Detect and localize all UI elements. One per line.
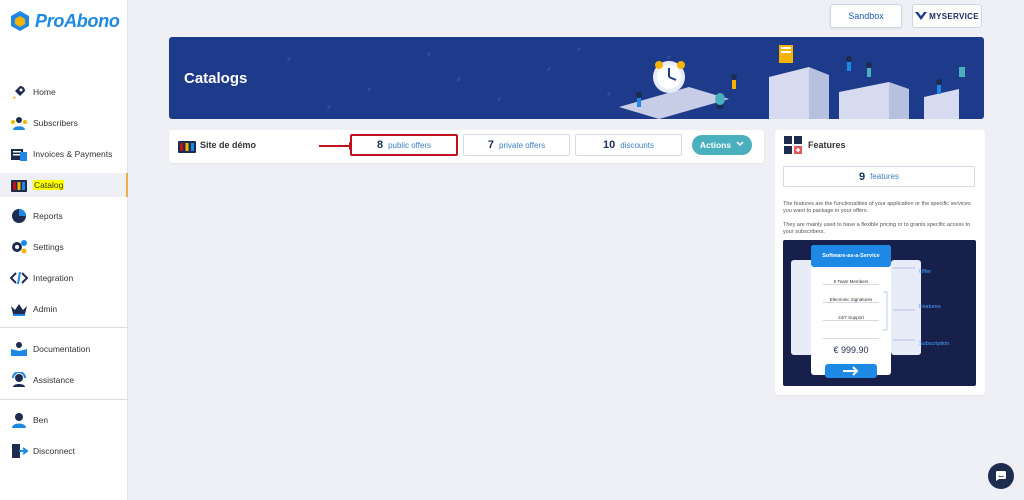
book-icon [10, 341, 28, 357]
sidebar-item-reports[interactable]: Reports [0, 204, 128, 228]
sidebar-item-integration[interactable]: Integration [0, 266, 128, 290]
proabono-logo-icon [10, 10, 30, 32]
features-illustration: Software-as-a-Service 5 Team Members Ele… [783, 240, 976, 386]
page-title: Catalogs [184, 70, 248, 87]
sidebar-item-documentation[interactable]: Documentation [0, 337, 128, 361]
site-name: Site de démo [200, 140, 257, 150]
sidebar-item-catalog[interactable]: Catalog [0, 173, 128, 197]
sidebar-item-label: Catalog [33, 180, 65, 190]
card-line-1: 5 Team Members [833, 279, 869, 284]
sidebar-item-label: Invoices & Payments [33, 149, 113, 159]
actions-dropdown-button[interactable]: Actions [692, 135, 752, 155]
sidebar-item-label: Home [33, 87, 56, 97]
chat-icon [995, 470, 1007, 482]
discounts-label: discounts [620, 140, 655, 150]
sidebar-item-label: Settings [33, 242, 64, 252]
discounts-button[interactable]: 10 discounts [575, 134, 682, 156]
sidebar-divider [0, 399, 128, 400]
discounts-count: 10 [602, 139, 616, 151]
private-offers-label: private offers [499, 140, 546, 150]
catalogs-banner: Catalogs [169, 37, 984, 119]
features-description-2: They are mainly used to have a flexible … [783, 222, 971, 235]
sidebar-item-label: Reports [33, 211, 63, 221]
public-offers-label: public offers [388, 140, 432, 150]
invoice-icon [10, 146, 28, 162]
card-line-2: Electronic Signatures [829, 297, 873, 302]
card-title: Software-as-a-Service [822, 253, 880, 259]
pricing-card-illustration [791, 245, 921, 378]
card-line-3: 24/7 Support [838, 315, 864, 320]
sidebar: ProAbono Home Subscribers Invoices & Pay… [0, 0, 128, 500]
features-icon [784, 136, 802, 154]
side-label-features: Features [919, 304, 941, 310]
site-panel: Site de démo 8 public offers 7 private o… [169, 130, 764, 163]
sidebar-item-label: Admin [33, 304, 58, 314]
logo[interactable]: ProAbono [10, 10, 120, 32]
features-description: The features are the functionalities of … [783, 201, 971, 214]
service-name: MYSERVICE [929, 11, 979, 21]
pie-chart-icon [10, 208, 28, 224]
sidebar-item-invoices[interactable]: Invoices & Payments [0, 142, 128, 166]
private-offers-button[interactable]: 7 private offers [463, 134, 570, 156]
features-count: 9 [858, 170, 866, 183]
sidebar-item-label: Ben [33, 415, 49, 425]
service-logo-icon [915, 11, 928, 21]
chat-button[interactable] [988, 463, 1014, 489]
features-count-label: features [870, 172, 900, 181]
logout-icon [10, 443, 28, 459]
private-offers-count: 7 [487, 139, 494, 151]
sidebar-item-admin[interactable]: Admin [0, 297, 128, 321]
service-switcher-button[interactable]: MYSERVICE [912, 4, 982, 28]
sidebar-item-label: Assistance [33, 375, 75, 385]
code-icon [10, 270, 28, 286]
features-title: Features [808, 140, 846, 150]
sidebar-item-label: Disconnect [33, 446, 76, 456]
users-icon [10, 115, 28, 131]
crown-icon [10, 301, 28, 317]
public-offers-count: 8 [376, 139, 384, 151]
card-price: € 999.90 [833, 345, 869, 355]
features-panel: Features 9 features The features are the… [775, 130, 985, 395]
banner-illustration [287, 45, 965, 119]
rocket-icon [10, 84, 28, 100]
sidebar-item-disconnect[interactable]: Disconnect [0, 439, 128, 463]
gears-icon [10, 239, 28, 255]
sidebar-item-assistance[interactable]: Assistance [0, 368, 128, 392]
sandbox-button[interactable]: Sandbox [830, 4, 902, 28]
catalog-icon [178, 139, 196, 153]
sidebar-divider [0, 327, 128, 328]
catalog-icon [10, 177, 28, 193]
public-offers-button[interactable]: 8 public offers [350, 134, 458, 156]
user-icon [10, 412, 28, 428]
side-label-subscription: Subscription [919, 341, 950, 347]
features-count-button[interactable]: 9 features [783, 166, 975, 187]
sidebar-item-subscribers[interactable]: Subscribers [0, 111, 128, 135]
actions-label: Actions [699, 140, 732, 150]
annotation-arrow [319, 142, 355, 150]
sidebar-item-label: Subscribers [33, 118, 78, 128]
logo-text: ProAbono [35, 10, 120, 31]
sidebar-item-settings[interactable]: Settings [0, 235, 128, 259]
sidebar-item-home[interactable]: Home [0, 80, 128, 104]
headset-icon [10, 372, 28, 388]
sidebar-item-user[interactable]: Ben [0, 408, 128, 432]
chevron-down-icon [736, 141, 744, 149]
sidebar-item-label: Integration [33, 273, 74, 283]
sidebar-item-label: Documentation [33, 344, 91, 354]
side-label-offer: Offer [919, 269, 932, 275]
